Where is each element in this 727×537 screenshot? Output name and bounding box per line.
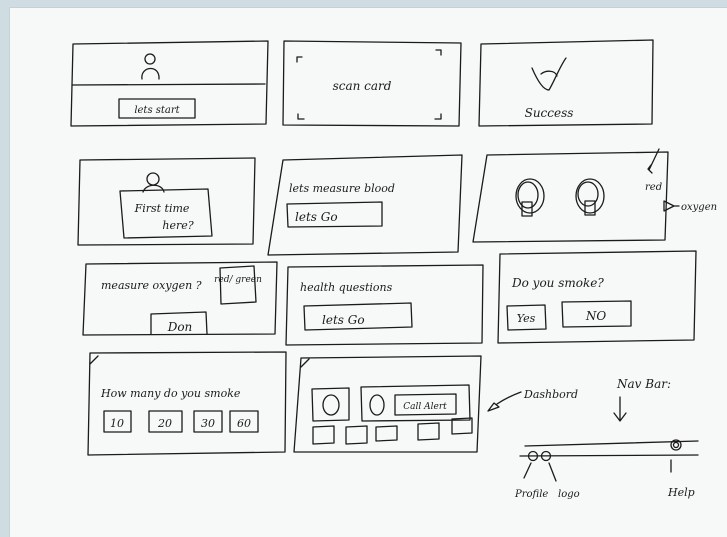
sensor-icon bbox=[369, 394, 385, 416]
lets-start-label: lets start bbox=[134, 105, 180, 116]
call-alert-label: Call Alert bbox=[403, 402, 447, 412]
checkmark-icon bbox=[531, 57, 567, 91]
finger-sensor-icon bbox=[575, 178, 605, 216]
option-label: 20 bbox=[157, 417, 172, 430]
screen-first-time: First time here? bbox=[77, 157, 256, 246]
help-icon-inner bbox=[672, 441, 680, 449]
dashboard-small-tile[interactable] bbox=[375, 425, 398, 442]
screen-smoke: Do you smoke? Yes NO bbox=[497, 250, 697, 344]
person-icon bbox=[142, 172, 165, 193]
navbar-annotation-label: Nav Bar: bbox=[616, 377, 671, 391]
red-green-chip[interactable] bbox=[219, 265, 257, 305]
help-label: Help bbox=[667, 486, 695, 499]
oxygen-annotation: oxygen bbox=[681, 202, 717, 213]
dashboard-small-tile[interactable] bbox=[417, 422, 440, 441]
option-label: 30 bbox=[201, 417, 215, 430]
screen-measure-blood: lets measure blood lets Go bbox=[267, 154, 463, 256]
wireframe-sketch: lets start scan card Success First time … bbox=[70, 39, 717, 500]
smoke-question: Do you smoke? bbox=[511, 276, 604, 290]
option-label: 10 bbox=[110, 417, 124, 430]
screen-how-many: How many do you smoke 10 20 30 60 bbox=[87, 351, 287, 456]
red-annotation: red bbox=[645, 182, 662, 193]
dashboard-annotation-label: Dashbord bbox=[523, 388, 578, 401]
screen-measure-oxygen: measure oxygen ? red/ green Don bbox=[82, 261, 278, 336]
screen-health-questions: health questions lets Go bbox=[285, 264, 484, 346]
sensor-icon bbox=[322, 394, 340, 416]
yes-label: Yes bbox=[517, 312, 536, 325]
dashboard-annotation: Dashbord bbox=[487, 388, 578, 412]
profile-label: Profile bbox=[514, 489, 548, 500]
success-label: Success bbox=[525, 106, 574, 120]
dashboard-small-tile[interactable] bbox=[345, 425, 368, 445]
how-many-title: How many do you smoke bbox=[100, 387, 241, 400]
logo-label: logo bbox=[558, 489, 580, 500]
option-label: 60 bbox=[237, 417, 251, 430]
health-questions-go-label: lets Go bbox=[322, 313, 365, 327]
dashboard-tile[interactable] bbox=[311, 387, 350, 422]
screen-scan-card: scan card bbox=[282, 40, 462, 127]
first-time-line1: First time bbox=[134, 202, 190, 215]
screen-start: lets start bbox=[70, 40, 269, 127]
red-green-chip-label: red/ green bbox=[214, 275, 262, 285]
measure-blood-go-label: lets Go bbox=[295, 210, 338, 224]
health-questions-title: health questions bbox=[300, 281, 393, 294]
person-icon bbox=[141, 53, 160, 80]
measure-oxygen-title: measure oxygen ? bbox=[101, 279, 202, 292]
no-label: NO bbox=[585, 309, 607, 323]
screen-success: Success bbox=[478, 39, 654, 127]
first-time-line2: here? bbox=[162, 219, 193, 232]
measure-blood-title: lets measure blood bbox=[289, 182, 395, 195]
navbar-line bbox=[519, 454, 699, 457]
scan-card-label: scan card bbox=[333, 79, 392, 93]
finger-sensor-icon bbox=[515, 178, 545, 217]
screen-sensors: red oxygen bbox=[472, 148, 717, 243]
screen-dashboard: Call Alert bbox=[293, 355, 482, 453]
dashboard-small-tile[interactable] bbox=[312, 425, 335, 445]
done-label: Don bbox=[167, 320, 193, 334]
